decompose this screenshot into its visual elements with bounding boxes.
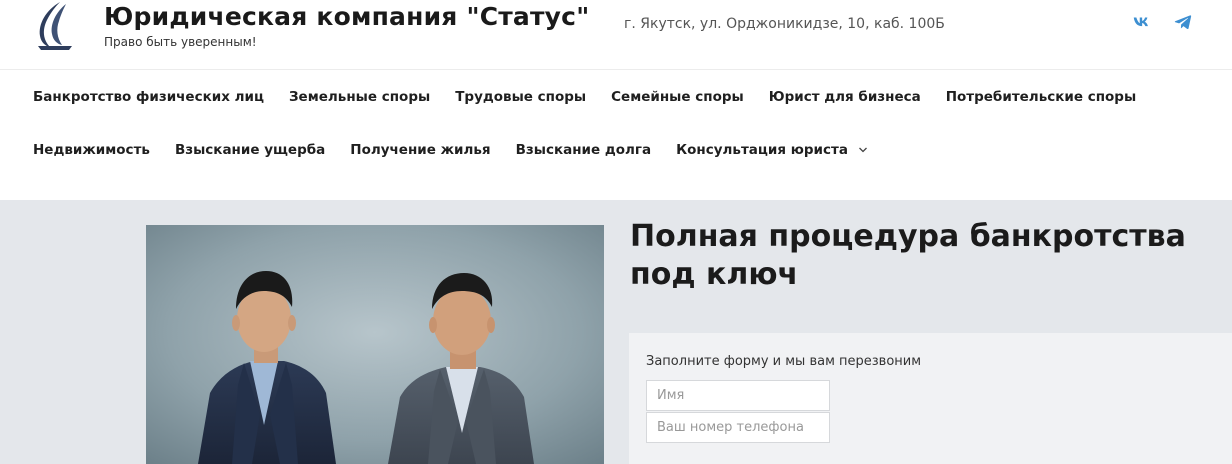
nav-item-lawyer-consultation[interactable]: Консультация юриста (676, 141, 868, 159)
nav-item-bankruptcy[interactable]: Банкротство физических лиц (33, 88, 264, 106)
company-name[interactable]: Юридическая компания "Статус" (104, 2, 589, 31)
hero-title: Полная процедура банкротства под ключ (630, 219, 1186, 292)
nav-item-family-disputes[interactable]: Семейные споры (611, 88, 744, 106)
nav-item-housing[interactable]: Получение жилья (350, 141, 490, 159)
nav-item-business-lawyer[interactable]: Юрист для бизнеса (769, 88, 921, 106)
main-navigation: Банкротство физических лиц Земельные спо… (0, 70, 1232, 200)
nav-item-real-estate[interactable]: Недвижимость (33, 141, 150, 159)
name-input[interactable] (646, 380, 830, 411)
nav-item-damage-recovery[interactable]: Взыскание ущерба (175, 141, 325, 159)
company-logo-icon[interactable] (32, 0, 76, 52)
phone-input[interactable] (646, 412, 830, 443)
company-address: г. Якутск, ул. Орджоникидзе, 10, каб. 10… (624, 16, 945, 32)
callback-form: Заполните форму и мы вам перезвоним (629, 333, 1232, 464)
nav-row-1: Банкротство физических лиц Земельные спо… (33, 88, 1161, 106)
hero-section: Полная процедура банкротства под ключ За… (0, 200, 1232, 464)
nav-item-label: Консультация юриста (676, 142, 848, 158)
nav-item-debt-recovery[interactable]: Взыскание долга (516, 141, 652, 159)
site-header: Юридическая компания "Статус" Право быть… (0, 0, 1232, 70)
chevron-down-icon[interactable] (858, 145, 868, 155)
nav-item-land-disputes[interactable]: Земельные споры (289, 88, 430, 106)
form-caption: Заполните форму и мы вам перезвоним (646, 354, 922, 369)
company-tagline: Право быть уверенным! (104, 35, 257, 49)
nav-item-consumer-disputes[interactable]: Потребительские споры (946, 88, 1136, 106)
nav-row-2: Недвижимость Взыскание ущерба Получение … (33, 141, 893, 159)
nav-item-labor-disputes[interactable]: Трудовые споры (455, 88, 586, 106)
vk-icon[interactable] (1132, 12, 1152, 32)
lawyers-photo (146, 225, 604, 464)
telegram-icon[interactable] (1173, 12, 1193, 32)
